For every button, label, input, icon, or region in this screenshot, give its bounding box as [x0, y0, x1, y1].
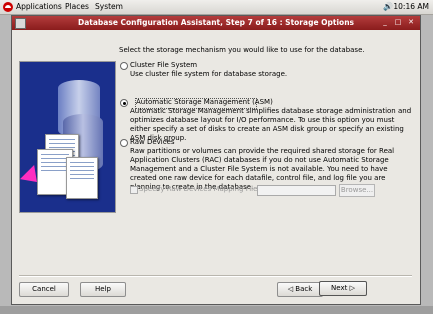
top-panel: Applications Places System 🔊 10:16 AM: [0, 0, 433, 15]
next-label: Next: [331, 284, 348, 292]
wizard-illustration: [19, 61, 116, 213]
mapping-file-label: Specify Raw Devices Mapping File: [139, 185, 258, 193]
title-bar[interactable]: Database Configuration Assistant, Step 7…: [12, 16, 420, 30]
radio-cluster-file-system[interactable]: [120, 62, 128, 70]
next-button[interactable]: Next ▷: [319, 281, 367, 296]
option-label-raw-devices[interactable]: Raw Devices: [130, 138, 175, 146]
menu-system[interactable]: System: [95, 2, 123, 11]
intro-text: Select the storage mechanism you would l…: [119, 46, 365, 54]
radio-raw-devices[interactable]: [120, 139, 128, 147]
menu-applications[interactable]: Applications: [16, 2, 62, 11]
redhat-logo-icon[interactable]: [3, 2, 13, 12]
clock[interactable]: 10:16 AM: [393, 2, 429, 11]
close-button[interactable]: ✕: [406, 18, 416, 27]
separator: [19, 275, 412, 277]
mapping-file-checkbox[interactable]: [130, 186, 138, 194]
cancel-button[interactable]: Cancel: [19, 282, 69, 297]
next-arrow-icon: ▷: [347, 284, 355, 292]
mapping-file-input[interactable]: [257, 185, 336, 196]
browse-button[interactable]: Browse...: [339, 184, 375, 197]
taskbar-bottom: [0, 306, 433, 314]
help-button[interactable]: Help: [80, 282, 126, 297]
back-label: Back: [295, 285, 313, 293]
radio-asm[interactable]: [120, 99, 128, 107]
back-button[interactable]: ◁ Back: [277, 282, 323, 297]
speaker-icon[interactable]: 🔊: [383, 2, 393, 12]
document-icon: [66, 157, 98, 199]
maximize-button[interactable]: □: [393, 18, 403, 27]
menu-places[interactable]: Places: [65, 2, 89, 11]
window-title: Database Configuration Assistant, Step 7…: [78, 18, 354, 27]
dbca-window: Database Configuration Assistant, Step 7…: [11, 15, 421, 305]
cancel-label: Cancel: [32, 285, 56, 293]
minimize-button[interactable]: _: [380, 18, 390, 27]
option-label-asm[interactable]: Automatic Storage Management (ASM): [136, 98, 273, 106]
option-label-cluster-file-system[interactable]: Cluster File System: [130, 61, 197, 69]
option-desc-cluster-file-system: Use cluster file system for database sto…: [130, 70, 288, 78]
help-label: Help: [95, 285, 111, 293]
